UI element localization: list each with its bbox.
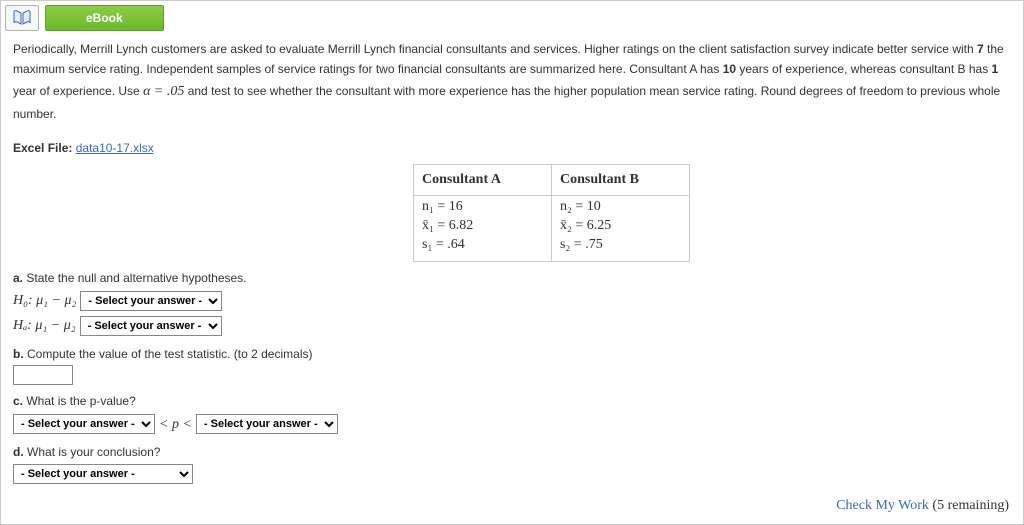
qb-label: b. — [13, 347, 24, 361]
pvalue-upper-select[interactable]: - Select your answer - — [196, 414, 338, 434]
toolbar: eBook — [5, 5, 1023, 31]
book-icon-cell[interactable] — [5, 5, 39, 31]
question-d: d. What is your conclusion? - Select you… — [13, 442, 1011, 483]
b-n: n₂ = 10 — [560, 198, 681, 217]
test-statistic-input[interactable] — [13, 365, 73, 385]
qb-text: Compute the value of the test statistic.… — [27, 347, 312, 361]
pt7-alpha: α = .05 — [143, 84, 184, 99]
content-area: Periodically, Merrill Lynch customers ar… — [1, 31, 1023, 484]
question-c: c. What is the p-value? - Select your an… — [13, 391, 1011, 436]
conclusion-select[interactable]: - Select your answer - — [13, 464, 193, 484]
a-s: s₁ = .64 — [422, 236, 543, 255]
file-line: Excel File: data10-17.xlsx — [13, 138, 1011, 158]
p-between: < p < — [159, 413, 192, 437]
pt1: 7 — [977, 42, 984, 56]
pt4: years of experience, whereas consultant … — [736, 62, 991, 76]
td-consultant-b: n₂ = 10 x̄₂ = 6.25 s₂ = .75 — [551, 196, 689, 262]
qa-label: a. — [13, 271, 23, 285]
a-n: n₁ = 16 — [422, 198, 543, 217]
pvalue-lower-select[interactable]: - Select your answer - — [13, 414, 155, 434]
qc-text: What is the p-value? — [26, 394, 135, 408]
pt5: 1 — [992, 62, 999, 76]
pt6: year of experience. Use — [13, 84, 143, 98]
check-remaining: (5 remaining) — [932, 498, 1009, 513]
book-icon — [12, 10, 32, 26]
pt0: Periodically, Merrill Lynch customers ar… — [13, 42, 977, 56]
pt3: 10 — [723, 62, 736, 76]
consultant-table: Consultant A Consultant B n₁ = 16 x̄₁ = … — [13, 164, 1011, 261]
check-my-work: Check My Work (5 remaining) — [836, 498, 1009, 514]
h0-prefix: H₀: μ₁ − μ₂ — [13, 289, 76, 313]
ha-prefix: Hₐ: μ₁ − μ₂ — [13, 314, 76, 338]
b-xbar: x̄₂ = 6.25 — [560, 217, 681, 236]
check-my-work-link[interactable]: Check My Work — [836, 498, 929, 513]
ebook-button[interactable]: eBook — [45, 5, 164, 31]
td-consultant-a: n₁ = 16 x̄₁ = 6.82 s₁ = .64 — [414, 196, 552, 262]
th-consultant-b: Consultant B — [551, 165, 689, 196]
problem-text: Periodically, Merrill Lynch customers ar… — [13, 39, 1011, 124]
qd-label: d. — [13, 445, 24, 459]
page-container: eBook Periodically, Merrill Lynch custom… — [0, 0, 1024, 525]
file-label: Excel File: — [13, 141, 72, 155]
question-b: b. Compute the value of the test statist… — [13, 344, 1011, 385]
a-xbar: x̄₁ = 6.82 — [422, 217, 543, 236]
qc-label: c. — [13, 394, 23, 408]
qa-text: State the null and alternative hypothese… — [26, 271, 246, 285]
qd-text: What is your conclusion? — [27, 445, 160, 459]
question-a: a. State the null and alternative hypoth… — [13, 268, 1011, 338]
ha-select[interactable]: - Select your answer - — [80, 316, 222, 336]
h0-select[interactable]: - Select your answer - — [80, 291, 222, 311]
file-link[interactable]: data10-17.xlsx — [76, 141, 154, 155]
th-consultant-a: Consultant A — [414, 165, 552, 196]
b-s: s₂ = .75 — [560, 236, 681, 255]
